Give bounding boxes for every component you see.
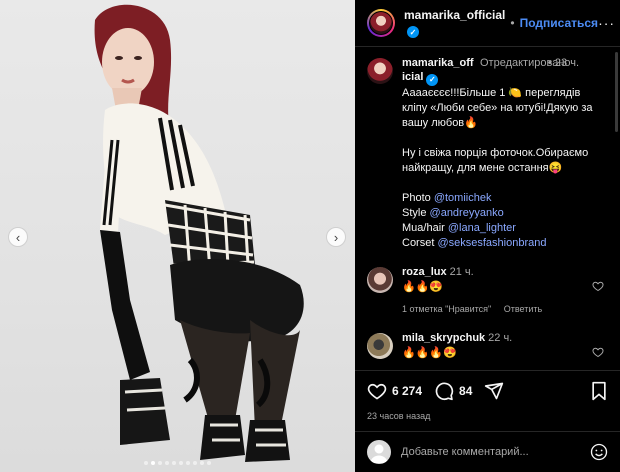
header-separator: • bbox=[510, 16, 515, 30]
add-comment-bar bbox=[355, 431, 620, 472]
comment-like-heart-icon[interactable] bbox=[592, 279, 604, 297]
posted-time: 23 часов назад bbox=[367, 411, 431, 421]
pagination-dot bbox=[144, 461, 148, 465]
pagination-dot bbox=[186, 461, 190, 465]
post-photo[interactable]: ‹ › bbox=[0, 0, 355, 472]
pagination-dot bbox=[158, 461, 162, 465]
credit-line: Mua/hair @lana_lighter bbox=[402, 222, 516, 234]
post-actions-bar: 6 274 84 23 часов назад bbox=[355, 370, 620, 421]
pagination-dot bbox=[172, 461, 176, 465]
comment-item: roza_lux 21 ч. 🔥🔥😍 1 отметка "Нравится" О… bbox=[367, 265, 606, 317]
comment-likes-link[interactable]: 1 отметка "Нравится" bbox=[402, 304, 491, 314]
previous-photo-button[interactable]: ‹ bbox=[8, 227, 28, 247]
caption-avatar[interactable] bbox=[367, 58, 393, 84]
pagination-dot bbox=[193, 461, 197, 465]
verified-badge-icon: ✓ bbox=[407, 26, 419, 39]
credit-line: Photo @tomiichek bbox=[402, 192, 492, 204]
comment-bubble-icon[interactable] bbox=[434, 381, 454, 401]
comment-time: 21 ч. bbox=[449, 266, 474, 278]
mention-link[interactable]: @lana_lighter bbox=[448, 222, 516, 234]
bookmark-icon[interactable] bbox=[590, 381, 608, 401]
comment-time: 22 ч. bbox=[488, 332, 513, 344]
credit-line: Style @andreyyanko bbox=[402, 207, 504, 219]
comments-count[interactable]: 84 bbox=[459, 384, 472, 398]
share-send-icon[interactable] bbox=[484, 381, 504, 401]
caption-time: • 23 ч. bbox=[548, 57, 580, 69]
caption-username[interactable]: mamarika_official ✓ bbox=[402, 56, 474, 86]
comments-list[interactable]: mamarika_official ✓ Отредактировано • 23 … bbox=[355, 48, 620, 368]
photo-pagination-dots bbox=[0, 461, 355, 465]
next-photo-button[interactable]: › bbox=[326, 227, 346, 247]
likes-count[interactable]: 6 274 bbox=[392, 384, 422, 398]
reply-button[interactable]: Ответить bbox=[504, 304, 542, 314]
commenter-username[interactable]: roza_lux bbox=[402, 266, 447, 278]
caption-text: Ааааєєєє!!!Більше 1 🍋 переглядів кліпу «… bbox=[402, 86, 606, 251]
mention-link[interactable]: @seksesfashionbrand bbox=[437, 237, 546, 249]
comments-scrollbar[interactable] bbox=[615, 52, 618, 132]
pagination-dot bbox=[179, 461, 183, 465]
pagination-dot bbox=[165, 461, 169, 465]
current-user-avatar-icon bbox=[367, 440, 391, 464]
pagination-dot bbox=[207, 461, 211, 465]
commenter-avatar[interactable] bbox=[367, 333, 393, 359]
comment-item: mila_skrypchuk 22 ч. 🔥🔥🔥😍 bbox=[367, 331, 606, 361]
pagination-dot bbox=[200, 461, 204, 465]
mention-link[interactable]: @tomiichek bbox=[434, 192, 492, 204]
pagination-dot bbox=[151, 461, 155, 465]
credit-line: Corset @seksesfashionbrand bbox=[402, 237, 547, 249]
comment-text: 🔥🔥🔥😍 bbox=[402, 347, 457, 359]
commenter-username[interactable]: mila_skrypchuk bbox=[402, 332, 485, 344]
author-avatar[interactable] bbox=[367, 9, 395, 37]
comment-text: 🔥🔥😍 bbox=[402, 281, 444, 293]
more-options-button[interactable]: ··· bbox=[598, 15, 615, 31]
edited-label: Отредактировано bbox=[480, 57, 571, 69]
comment-input[interactable] bbox=[401, 446, 590, 458]
like-heart-icon[interactable] bbox=[367, 381, 387, 401]
author-username[interactable]: mamarika_official✓ bbox=[404, 8, 505, 39]
follow-button[interactable]: Подписаться bbox=[520, 16, 598, 30]
comment-like-heart-icon[interactable] bbox=[592, 345, 604, 363]
post-header: mamarika_official✓ • Подписаться ··· bbox=[355, 0, 620, 47]
emoji-smiley-icon[interactable] bbox=[590, 443, 608, 461]
post-side-panel: mamarika_official✓ • Подписаться ··· mam… bbox=[355, 0, 620, 472]
caption-line: Ааааєєєє!!!Більше 1 🍋 переглядів кліпу «… bbox=[402, 87, 593, 129]
caption-line: Ну і свіжа порція фоточок.Обираємо найкр… bbox=[402, 147, 589, 174]
commenter-avatar[interactable] bbox=[367, 267, 393, 293]
photo-illustration bbox=[94, 4, 304, 462]
mention-link[interactable]: @andreyyanko bbox=[430, 207, 504, 219]
verified-badge-icon: ✓ bbox=[426, 74, 439, 86]
post-caption: mamarika_official ✓ Отредактировано • 23 … bbox=[367, 56, 606, 251]
